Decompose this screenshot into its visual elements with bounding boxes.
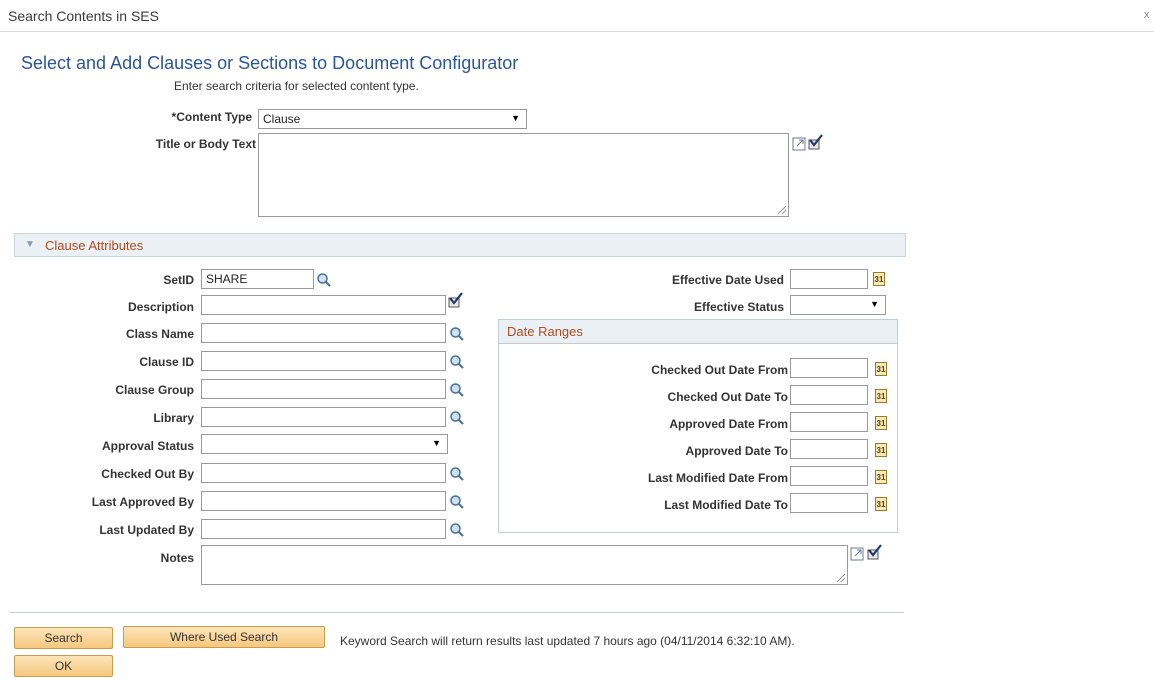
notes-label: Notes	[160, 551, 194, 565]
date-ranges-header: Date Ranges	[499, 320, 897, 344]
checked-out-from-input[interactable]	[790, 358, 868, 378]
library-lookup-icon[interactable]	[449, 410, 465, 426]
effective-date-used-input[interactable]	[790, 269, 868, 289]
window-title: Search Contents in SES	[8, 8, 159, 24]
last-approved-by-lookup-icon[interactable]	[449, 494, 465, 510]
dropdown-arrow-icon: ▼	[870, 299, 879, 309]
last-modified-to-calendar-icon[interactable]: 31	[875, 497, 887, 511]
section-title: Clause Attributes	[45, 238, 144, 253]
modal-header: Search Contents in SES x	[0, 0, 1154, 32]
approval-status-label: Approval Status	[101, 439, 194, 453]
resize-grip-icon[interactable]	[837, 574, 845, 582]
setid-label: SetID	[163, 273, 194, 287]
collapse-triangle-icon[interactable]: ▼	[25, 239, 35, 250]
content-type-select[interactable]: Clause ▼	[258, 109, 527, 129]
approved-to-calendar-icon[interactable]: 31	[875, 443, 887, 457]
content-type-label: *Content Type	[171, 110, 252, 124]
page-title: Select and Add Clauses or Sections to Do…	[21, 53, 519, 73]
clause-id-label: Clause ID	[139, 355, 194, 369]
effective-status-label: Effective Status	[693, 300, 784, 314]
notes-textarea[interactable]	[201, 545, 848, 585]
last-updated-by-input[interactable]	[201, 519, 446, 539]
clause-attributes-section[interactable]: ▼ Clause Attributes	[14, 233, 906, 257]
effective-status-select[interactable]: ▼	[790, 295, 886, 315]
approval-status-select[interactable]: ▼	[201, 434, 448, 454]
last-updated-by-label: Last Updated By	[99, 523, 194, 537]
expand-icon[interactable]	[792, 136, 808, 152]
where-used-search-button[interactable]: Where Used Search	[123, 626, 325, 648]
content-type-value: Clause	[263, 112, 301, 126]
description-input[interactable]	[201, 295, 446, 315]
dropdown-arrow-icon: ▼	[511, 113, 520, 123]
checked-out-to-calendar-icon[interactable]: 31	[875, 389, 887, 403]
last-approved-by-label: Last Approved By	[91, 495, 194, 509]
checked-out-by-lookup-icon[interactable]	[449, 466, 465, 482]
notes-expand-icon[interactable]	[850, 546, 866, 562]
date-ranges-title: Date Ranges	[507, 324, 583, 339]
close-icon[interactable]: x	[1144, 10, 1154, 21]
notes-spellcheck-icon[interactable]	[866, 544, 882, 560]
search-button[interactable]: Search	[14, 627, 113, 649]
approved-from-calendar-icon[interactable]: 31	[875, 416, 887, 430]
setid-lookup-icon[interactable]	[316, 272, 332, 288]
checked-out-to-input[interactable]	[790, 385, 868, 405]
clause-group-lookup-icon[interactable]	[449, 382, 465, 398]
setid-input[interactable]: SHARE	[201, 269, 314, 289]
effective-date-used-label: Effective Date Used	[671, 273, 784, 287]
footer-divider	[10, 612, 904, 613]
approved-to-input[interactable]	[790, 439, 868, 459]
class-name-label: Class Name	[125, 327, 194, 341]
clause-id-lookup-icon[interactable]	[449, 354, 465, 370]
ok-button[interactable]: OK	[14, 655, 113, 677]
clause-id-input[interactable]	[201, 351, 446, 371]
approved-from-input[interactable]	[790, 412, 868, 432]
approved-to-label: Approved Date To	[685, 444, 788, 458]
library-input[interactable]	[201, 407, 446, 427]
title-body-textarea[interactable]	[258, 133, 789, 217]
resize-grip-icon[interactable]	[778, 206, 786, 214]
last-modified-to-label: Last Modified Date To	[664, 498, 788, 512]
class-name-lookup-icon[interactable]	[449, 326, 465, 342]
instructions-text: Enter search criteria for selected conte…	[174, 79, 419, 93]
last-approved-by-input[interactable]	[201, 491, 446, 511]
checked-out-from-label: Checked Out Date From	[651, 363, 788, 377]
description-spellcheck-icon[interactable]	[447, 292, 463, 308]
last-modified-from-input[interactable]	[790, 466, 868, 486]
title-body-label: Title or Body Text	[155, 137, 256, 151]
checked-out-by-input[interactable]	[201, 463, 446, 483]
library-label: Library	[153, 411, 194, 425]
spellcheck-icon[interactable]	[807, 134, 823, 150]
clause-group-label: Clause Group	[115, 383, 194, 397]
keyword-search-info: Keyword Search will return results last …	[340, 634, 795, 648]
effective-date-calendar-icon[interactable]: 31	[873, 272, 885, 286]
last-modified-from-calendar-icon[interactable]: 31	[875, 470, 887, 484]
clause-group-input[interactable]	[201, 379, 446, 399]
dropdown-arrow-icon: ▼	[432, 438, 441, 448]
approved-from-label: Approved Date From	[669, 417, 788, 431]
checked-out-to-label: Checked Out Date To	[667, 390, 788, 404]
checked-out-by-label: Checked Out By	[101, 467, 194, 481]
last-modified-from-label: Last Modified Date From	[647, 471, 788, 485]
description-label: Description	[127, 300, 194, 314]
last-modified-to-input[interactable]	[790, 493, 868, 513]
last-updated-by-lookup-icon[interactable]	[449, 522, 465, 538]
checked-out-from-calendar-icon[interactable]: 31	[875, 362, 887, 376]
class-name-input[interactable]	[201, 323, 446, 343]
